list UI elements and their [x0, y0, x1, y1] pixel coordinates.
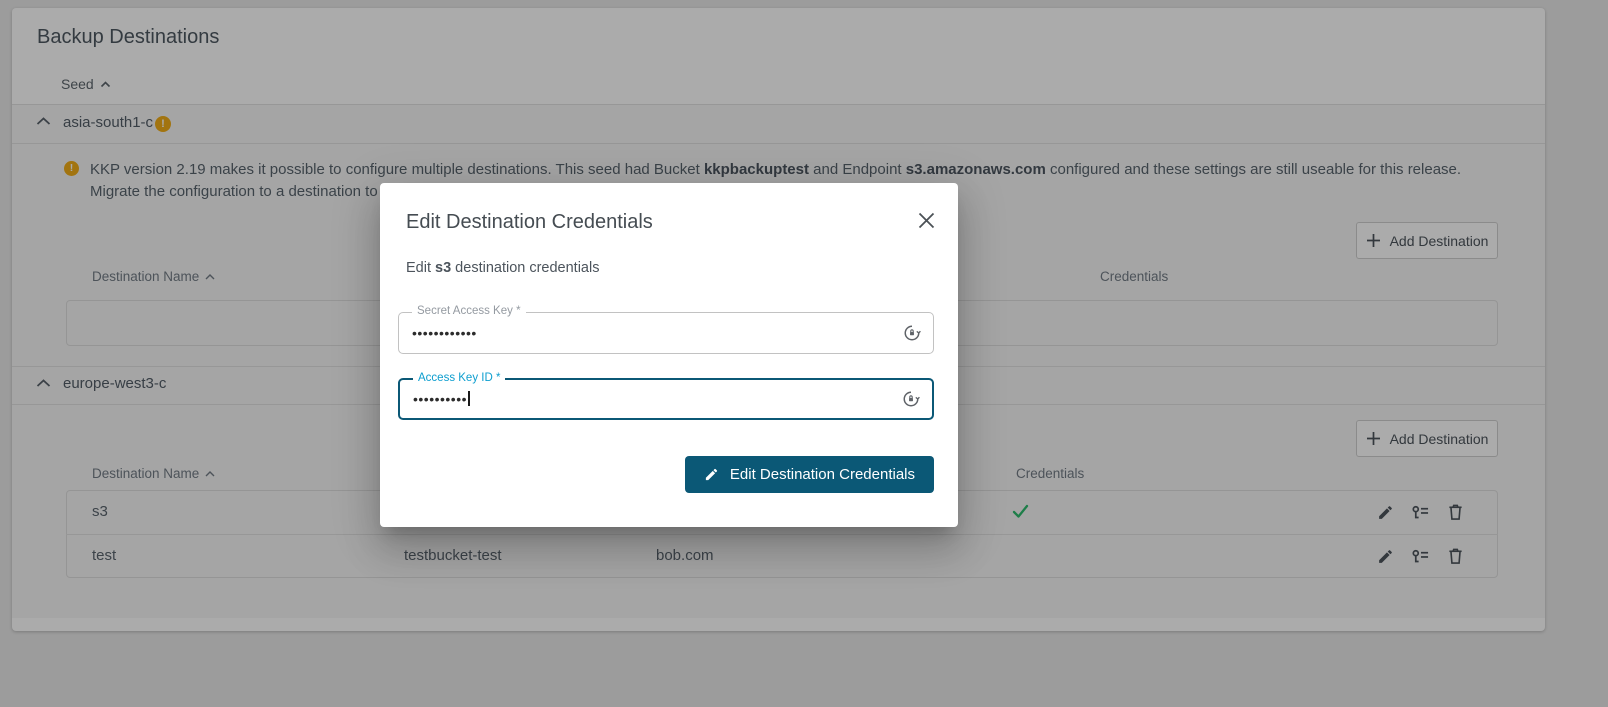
reveal-password-icon[interactable] [902, 390, 920, 408]
subtitle-text-part: Edit [406, 260, 435, 276]
pencil-icon [704, 467, 719, 482]
access-key-id-value: •••••••••• [413, 391, 470, 407]
secret-access-key-value: •••••••••••• [412, 325, 477, 341]
subtitle-destination-name: s3 [435, 260, 451, 276]
dialog-title: Edit Destination Credentials [406, 211, 653, 234]
submit-button-label: Edit Destination Credentials [730, 466, 915, 483]
close-icon[interactable] [917, 211, 936, 230]
text-cursor [468, 391, 470, 406]
access-key-id-field[interactable]: Access Key ID * •••••••••• [398, 378, 934, 420]
dialog-subtitle: Edit s3 destination credentials [406, 260, 599, 276]
access-key-id-label: Access Key ID * [413, 372, 505, 384]
subtitle-text-part: destination credentials [451, 260, 599, 276]
masked-value: •••••••••• [413, 391, 467, 407]
secret-access-key-field[interactable]: Secret Access Key * •••••••••••• [398, 312, 934, 354]
edit-destination-credentials-dialog: Edit Destination Credentials Edit s3 des… [380, 183, 958, 527]
reveal-password-icon[interactable] [903, 324, 921, 342]
secret-access-key-label: Secret Access Key * [412, 305, 526, 317]
edit-destination-credentials-button[interactable]: Edit Destination Credentials [685, 456, 934, 493]
